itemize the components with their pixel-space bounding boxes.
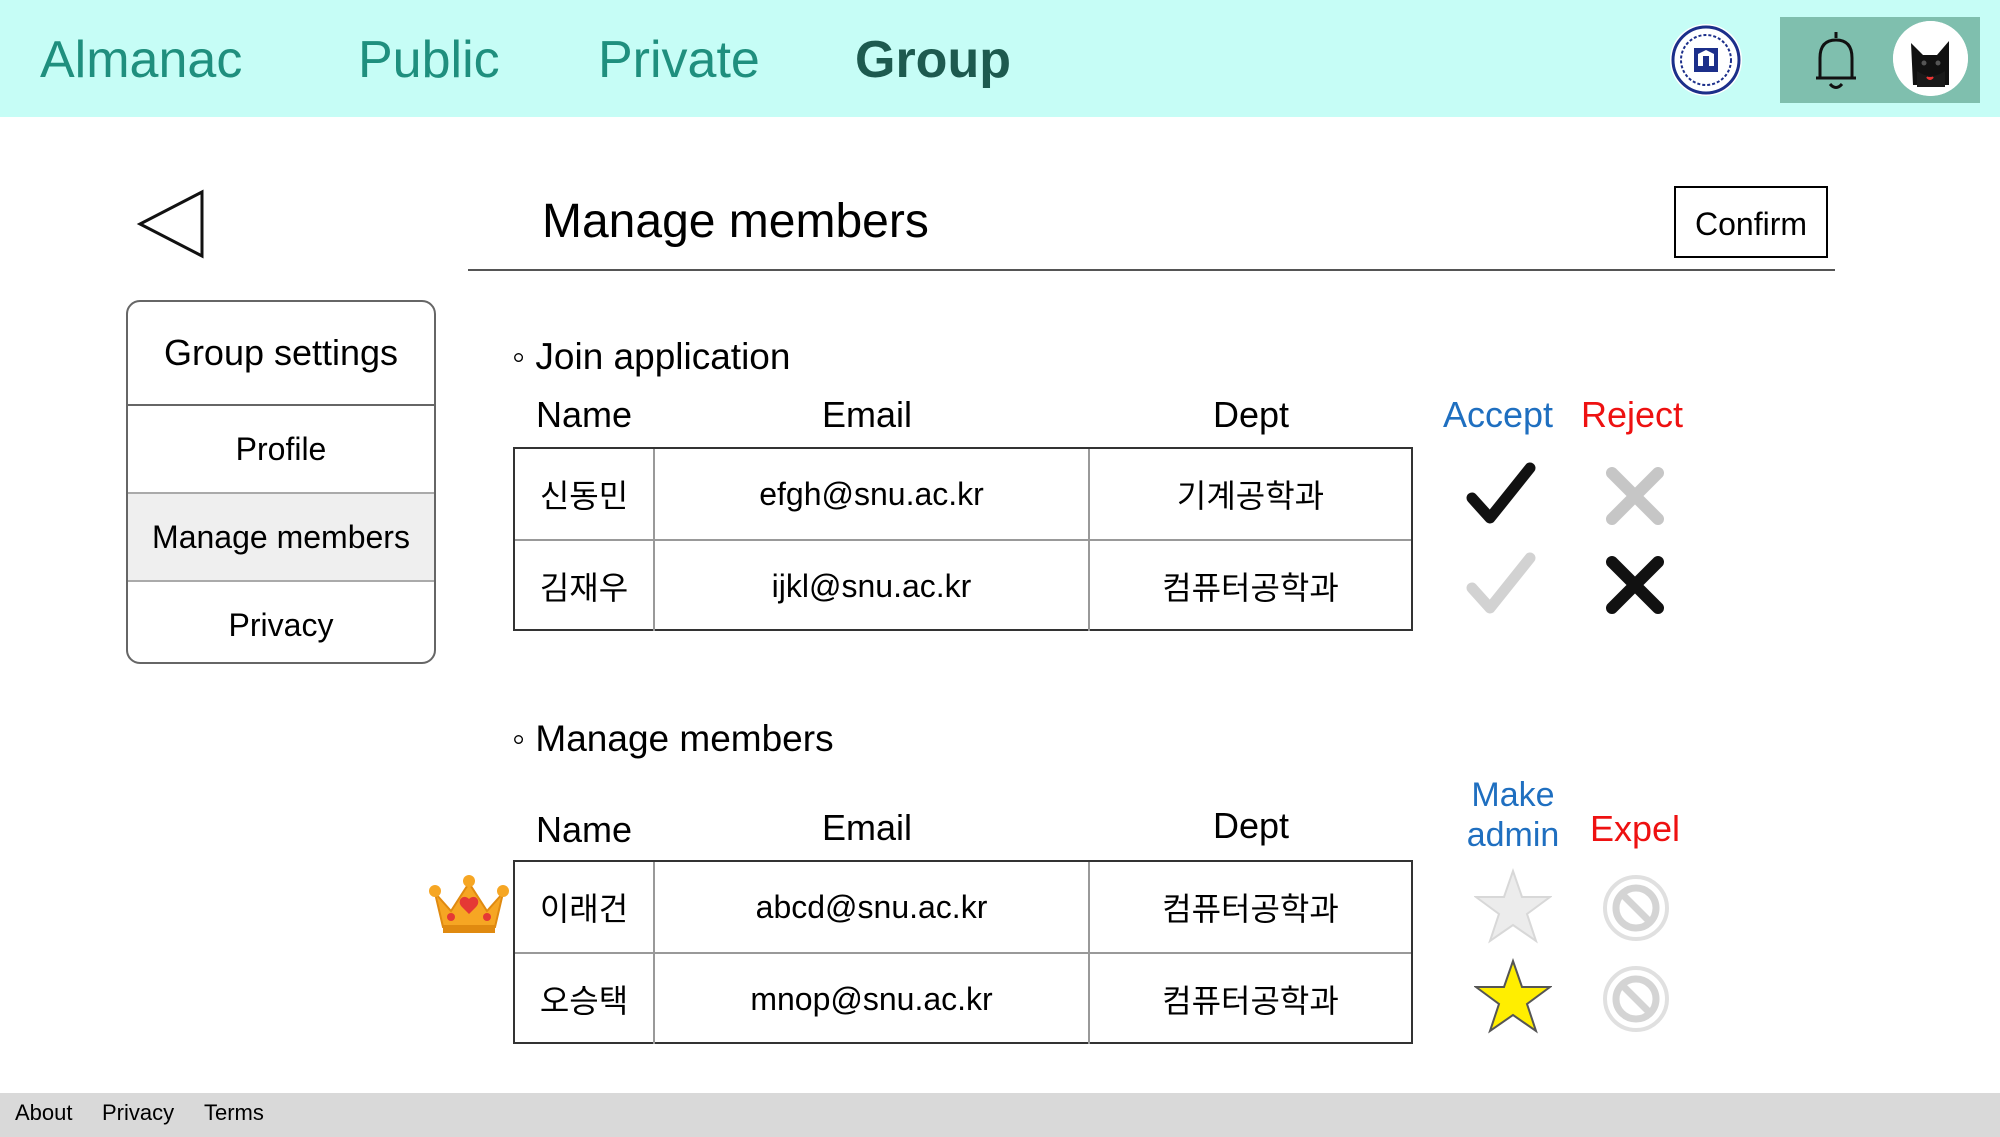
table-row: 이래건 abcd@snu.ac.kr 컴퓨터공학과 (515, 862, 1411, 952)
applicant-dept: 컴퓨터공학과 (1162, 569, 1339, 607)
members-section-label: ◦ Manage members (512, 718, 834, 759)
applicant-email: efgh@snu.ac.kr (655, 449, 1090, 539)
table-row: 김재우 ijkl@snu.ac.kr 컴퓨터공학과 (515, 539, 1411, 631)
applicant-name: 김재우 (515, 541, 655, 631)
member-email: mnop@snu.ac.kr (655, 954, 1090, 1044)
applicant-dept: 기계공학과 (1176, 477, 1325, 515)
accept-check-icon[interactable] (1466, 462, 1536, 526)
reject-x-icon[interactable] (1604, 465, 1666, 527)
members-header-dept: Dept (1213, 805, 1290, 846)
members-header-name: Name (536, 809, 633, 850)
member-email: abcd@snu.ac.kr (655, 862, 1090, 952)
nav-public[interactable]: Public (358, 30, 500, 90)
brand-link[interactable]: Almanac (40, 30, 242, 90)
join-header-reject: Reject (1581, 394, 1684, 435)
footer-privacy-link[interactable]: Privacy (102, 1100, 174, 1126)
accept-check-icon[interactable] (1466, 552, 1536, 616)
settings-sidebar: Group settings Profile Manage members Pr… (126, 300, 436, 664)
member-name: 오승택 (515, 954, 655, 1044)
join-header-dept: Dept (1213, 394, 1290, 435)
bell-icon[interactable] (1810, 28, 1862, 94)
nav-private[interactable]: Private (598, 30, 760, 90)
sidebar-title: Group settings (128, 302, 434, 406)
page-title: Manage members (542, 195, 929, 248)
applicant-name: 신동민 (515, 449, 655, 539)
sidebar-item-manage-members[interactable]: Manage members (128, 494, 434, 582)
join-section-label: ◦ Join application (512, 336, 791, 377)
join-header-name: Name (536, 394, 633, 435)
make-admin-star-icon[interactable] (1472, 957, 1554, 1034)
sidebar-item-privacy[interactable]: Privacy (128, 582, 434, 662)
university-seal-icon (1670, 24, 1742, 96)
join-header-accept: Accept (1443, 394, 1554, 435)
table-row: 신동민 efgh@snu.ac.kr 기계공학과 (515, 449, 1411, 539)
member-dept: 컴퓨터공학과 (1162, 890, 1339, 928)
members-header-expel: Expel (1590, 808, 1681, 849)
applicant-email: ijkl@snu.ac.kr (655, 541, 1090, 631)
expel-prohibited-icon[interactable] (1601, 964, 1671, 1034)
expel-prohibited-icon[interactable] (1601, 873, 1671, 943)
join-table: 신동민 efgh@snu.ac.kr 기계공학과 김재우 ijkl@snu.ac… (513, 447, 1413, 631)
member-name: 이래건 (515, 862, 655, 952)
members-header-email: Email (822, 807, 913, 848)
reject-x-icon[interactable] (1604, 554, 1666, 616)
join-header-email: Email (822, 394, 913, 435)
table-row: 오승택 mnop@snu.ac.kr 컴퓨터공학과 (515, 952, 1411, 1044)
members-header-make-admin: Make admin (1466, 776, 1560, 854)
nav-group[interactable]: Group (855, 30, 1011, 90)
back-arrow-icon[interactable] (136, 188, 206, 260)
footer-about-link[interactable]: About (15, 1100, 73, 1126)
footer-terms-link[interactable]: Terms (204, 1100, 264, 1126)
make-admin-star-icon[interactable] (1472, 867, 1554, 944)
sidebar-item-profile[interactable]: Profile (128, 406, 434, 494)
black-cat-avatar[interactable] (1893, 21, 1968, 96)
crown-icon (429, 871, 509, 937)
member-dept: 컴퓨터공학과 (1162, 982, 1339, 1020)
footer-bar: About Privacy Terms (0, 1093, 2000, 1137)
members-table: 이래건 abcd@snu.ac.kr 컴퓨터공학과 오승택 mnop@snu.a… (513, 860, 1413, 1044)
confirm-button[interactable]: Confirm (1674, 186, 1828, 258)
title-divider (468, 269, 1835, 271)
